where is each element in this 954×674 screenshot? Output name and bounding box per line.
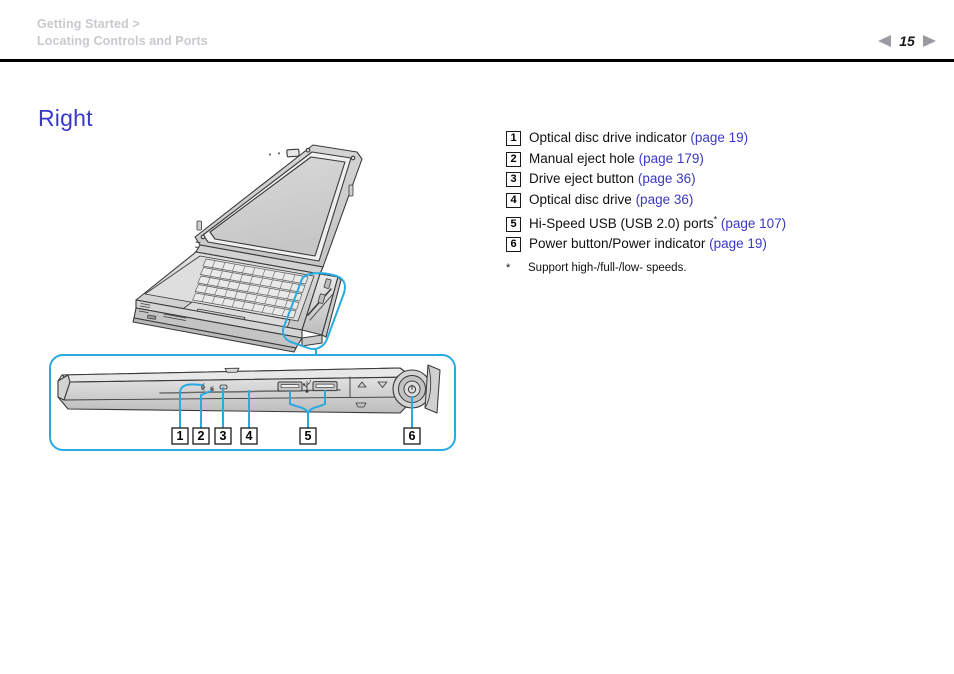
- callout-box-2: 2: [192, 427, 210, 445]
- legend-item-1: 1 Optical disc drive indicator (page 19): [506, 128, 926, 149]
- legend-link-4[interactable]: (page 36): [636, 192, 694, 207]
- page-header: Getting Started > Locating Controls and …: [0, 0, 954, 62]
- callout-box-1: 1: [171, 427, 189, 445]
- laptop-perspective-drawing: [132, 144, 363, 353]
- legend-label-2: Manual eject hole (page 179): [529, 149, 704, 168]
- legend-link-2[interactable]: (page 179): [639, 151, 704, 166]
- legend-link-6[interactable]: (page 19): [709, 236, 767, 251]
- laptop-illustration: 1 2 3 4 5 6: [40, 125, 470, 465]
- legend-label-6: Power button/Power indicator (page 19): [529, 234, 767, 253]
- legend-number-6: 6: [506, 237, 521, 252]
- legend-number-3: 3: [506, 172, 521, 187]
- legend-item-3: 3 Drive eject button (page 36): [506, 169, 926, 190]
- callout-box-4: 4: [240, 427, 258, 445]
- callout-box-3: 3: [214, 427, 232, 445]
- page-number: 15: [899, 33, 915, 49]
- legend-number-1: 1: [506, 131, 521, 146]
- callout-label-2: 2: [198, 429, 205, 443]
- legend-number-4: 4: [506, 192, 521, 208]
- component-legend-list: 1 Optical disc drive indicator (page 19)…: [506, 128, 926, 274]
- legend-label-3-text: Drive eject button: [529, 171, 635, 186]
- callout-box-5: 5: [299, 427, 317, 445]
- legend-item-4: 4 Optical disc drive (page 36): [506, 190, 926, 211]
- footnote-text: Support high-/full-/low- speeds.: [528, 261, 687, 274]
- legend-item-5: 5 Hi-Speed USB (USB 2.0) ports* (page 10…: [506, 214, 926, 235]
- legend-footnote-marker-5: *: [713, 214, 718, 224]
- next-page-icon[interactable]: [923, 35, 936, 47]
- legend-label-1: Optical disc drive indicator (page 19): [529, 128, 748, 147]
- legend-label-4: Optical disc drive (page 36): [529, 190, 693, 209]
- legend-link-5[interactable]: (page 107): [721, 216, 786, 231]
- callout-label-5: 5: [305, 429, 312, 443]
- callout-box-6: 6: [403, 427, 421, 445]
- legend-link-3[interactable]: (page 36): [638, 171, 696, 186]
- legend-label-3: Drive eject button (page 36): [529, 169, 696, 188]
- breadcrumb-line-1: Getting Started >: [37, 17, 140, 31]
- breadcrumb: Getting Started > Locating Controls and …: [37, 16, 208, 50]
- legend-number-5: 5: [506, 216, 521, 232]
- legend-label-2-text: Manual eject hole: [529, 150, 635, 166]
- legend-number-2: 2: [506, 151, 521, 167]
- legend-item-6: 6 Power button/Power indicator (page 19): [506, 234, 926, 255]
- legend-label-1-text: Optical disc drive indicator: [529, 130, 687, 145]
- legend-link-1[interactable]: (page 19): [690, 130, 748, 145]
- callout-label-3: 3: [220, 429, 227, 443]
- breadcrumb-line-2: Locating Controls and Ports: [37, 34, 208, 48]
- callout-label-6: 6: [409, 429, 416, 443]
- footnote-marker: *: [506, 261, 511, 274]
- page-navigation: 15: [878, 33, 936, 49]
- legend-label-4-text: Optical disc drive: [529, 191, 632, 207]
- legend-label-5: Hi-Speed USB (USB 2.0) ports* (page 107): [529, 214, 786, 233]
- callout-label-1: 1: [177, 429, 184, 443]
- legend-label-5-text: Hi-Speed USB (USB 2.0) ports: [529, 215, 714, 231]
- previous-page-icon[interactable]: [878, 35, 891, 47]
- callout-label-4: 4: [246, 429, 253, 443]
- header-divider: [0, 59, 954, 62]
- detail-callout-numbers: 1 2 3 4 5 6: [171, 427, 421, 445]
- legend-label-6-text: Power button/Power indicator: [529, 236, 706, 251]
- legend-item-2: 2 Manual eject hole (page 179): [506, 149, 926, 170]
- footnote: * Support high-/full-/low- speeds.: [506, 262, 926, 274]
